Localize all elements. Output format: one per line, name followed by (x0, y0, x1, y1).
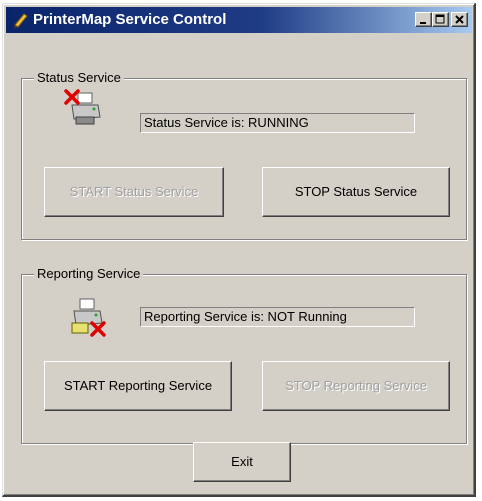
printer-stopped-icon (64, 89, 101, 125)
status-group-label: Status Service (34, 70, 124, 85)
exit-button[interactable]: Exit (193, 442, 291, 482)
status-service-group: Status Service Status Service is: RUNNIN… (21, 70, 467, 240)
start-reporting-service-button[interactable]: START Reporting Service (44, 361, 232, 411)
start-status-service-button: START Status Service (44, 167, 224, 217)
window-title: PrinterMap Service Control (33, 11, 227, 28)
maximize-icon (435, 14, 445, 24)
close-icon (455, 15, 464, 24)
minimize-icon (420, 22, 426, 24)
reporting-service-state-field: Reporting Service is: NOT Running (140, 307, 415, 327)
reporting-group-label: Reporting Service (34, 266, 144, 281)
printer-app-icon (14, 13, 28, 28)
service-control-window: PrinterMap Service Control Status Servic… (2, 3, 476, 497)
printer-stopped-icon (71, 298, 106, 337)
maximize-button[interactable] (432, 12, 449, 27)
stop-status-service-button[interactable]: STOP Status Service (262, 167, 450, 217)
status-service-state-field: Status Service is: RUNNING (140, 113, 415, 133)
close-button[interactable] (451, 12, 468, 27)
reporting-service-group: Reporting Service Reporting Service is: … (21, 266, 467, 444)
title-bar[interactable]: PrinterMap Service Control (6, 7, 472, 33)
minimize-button[interactable] (415, 12, 432, 27)
stop-reporting-service-button: STOP Reporting Service (262, 361, 450, 411)
